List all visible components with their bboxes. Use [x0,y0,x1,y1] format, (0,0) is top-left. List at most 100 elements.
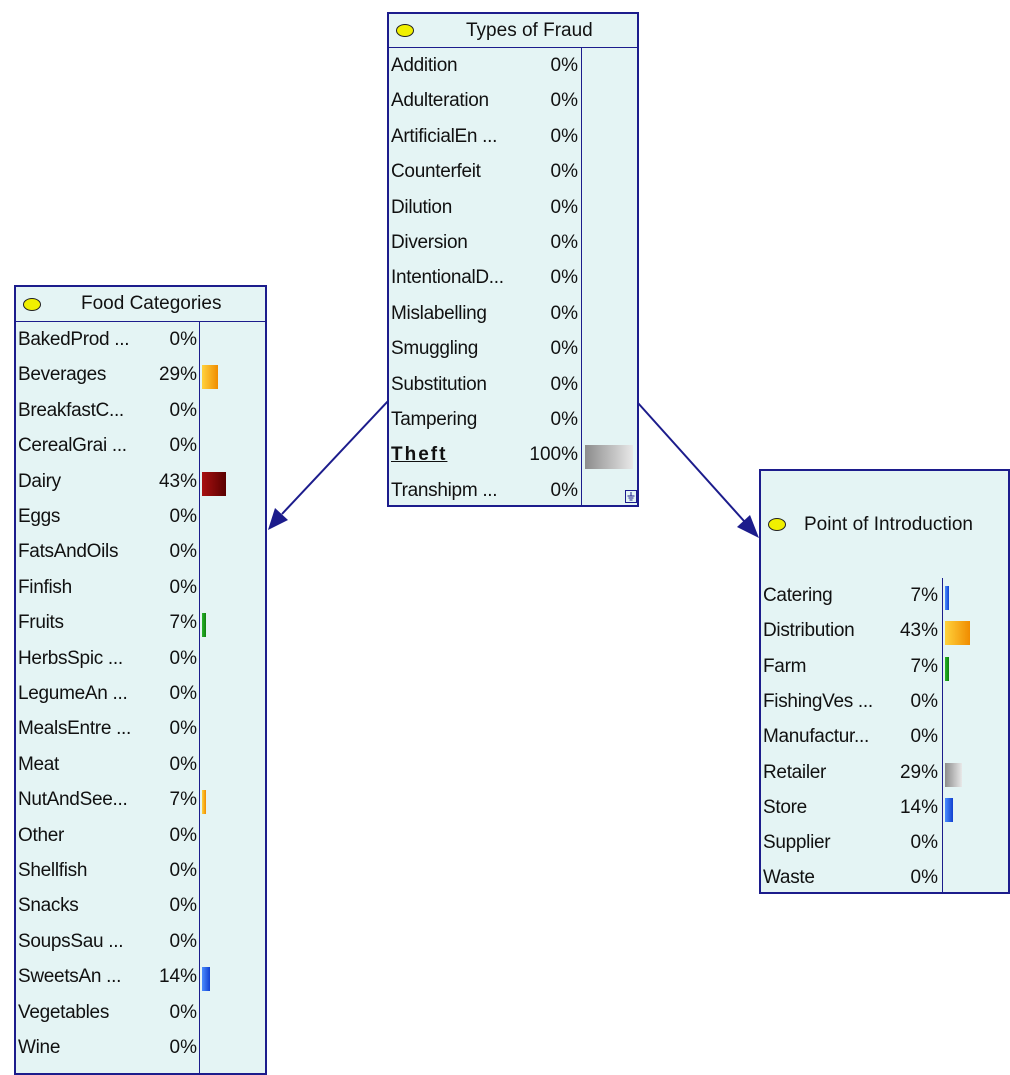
state-row[interactable]: BakedProd ... 0% [16,322,265,357]
state-percent: 43% [158,470,197,492]
state-row[interactable]: Eggs 0% [16,499,265,534]
state-label: SweetsAn ... [18,966,122,988]
state-row[interactable]: Dilution 0% [389,190,637,225]
state-row[interactable]: SweetsAn ... 14% [16,959,265,994]
state-percent: 29% [158,364,197,386]
state-row[interactable]: Mislabelling 0% [389,296,637,331]
state-label: Beverages [18,364,107,386]
state-row[interactable]: CerealGrai ... 0% [16,428,265,463]
state-row[interactable]: HerbsSpic ... 0% [16,641,265,676]
node-title: Food Categories [81,293,222,314]
node-point-of-introduction[interactable]: Point of Introduction Catering 7% Distribu… [759,469,1010,894]
state-row[interactable]: IntentionalD... 0% [389,260,637,295]
state-row[interactable]: FatsAndOils 0% [16,534,265,569]
state-row[interactable]: Waste 0% [761,860,1008,895]
state-row[interactable]: NutAndSee... 7% [16,782,265,817]
state-row[interactable]: Distribution 43% [761,613,1008,648]
state-label: Supplier [763,832,831,854]
state-row[interactable]: Snacks 0% [16,888,265,923]
state-percent: 7% [169,789,197,811]
state-row[interactable]: Substitution 0% [389,367,637,402]
state-row[interactable]: ArtificialEn ... 0% [389,119,637,154]
state-label: Substitution [391,373,487,395]
state-label: Dilution [391,196,452,218]
node-title: Point of Introduction [804,513,973,535]
state-row[interactable]: Dairy 43% [16,464,265,499]
state-row[interactable]: SoupsSau ... 0% [16,924,265,959]
edge-fraud-to-food [281,399,390,515]
state-row[interactable]: Wine 0% [16,1030,265,1065]
state-percent: 100% [529,444,578,466]
state-percent: 0% [169,718,197,740]
state-row[interactable]: Theft 100% [389,437,637,472]
state-label: BreakfastC... [18,399,124,421]
state-row[interactable]: Manufactur... 0% [761,719,1008,754]
state-row[interactable]: Supplier 0% [761,825,1008,860]
state-row[interactable]: Diversion 0% [389,225,637,260]
state-label: Wine [18,1037,61,1058]
state-percent: 0% [169,895,197,917]
state-label: Farm [763,655,807,677]
state-row[interactable]: Transhipm ... 0% [389,473,637,508]
state-percent: 0% [169,435,197,457]
state-label: CerealGrai ... [18,435,127,457]
state-label: Theft [391,444,448,466]
state-label: Snacks [18,895,79,917]
state-percent: 0% [550,479,578,501]
state-row[interactable]: MealsEntre ... 0% [16,711,265,746]
state-label: BakedProd ... [18,329,130,350]
probability-bar [945,656,949,681]
state-row[interactable]: Counterfeit 0% [389,154,637,189]
state-label: FatsAndOils [18,541,119,563]
state-label: Shellfish [18,860,88,881]
state-label: Other [18,824,65,846]
state-row[interactable]: Other 0% [16,818,265,853]
state-row[interactable]: FishingVes ... 0% [761,684,1008,719]
state-percent: 0% [550,338,578,360]
state-label: Meat [18,753,60,775]
state-percent: 0% [169,576,197,598]
state-percent: 0% [169,1001,197,1023]
state-percent: 7% [169,612,197,634]
state-label: ArtificialEn ... [391,125,498,147]
state-row[interactable]: Finfish 0% [16,570,265,605]
state-label: Mislabelling [391,302,487,324]
node-food-categories[interactable]: Food Categories BakedProd ... 0% Beverages… [14,285,267,1075]
state-row[interactable]: Meat 0% [16,747,265,782]
state-row[interactable]: Store 14% [761,790,1008,825]
probability-bar [202,471,226,496]
state-label: Vegetables [18,1001,110,1023]
node-header: Types of Fraud [389,14,637,48]
state-label: Addition [391,55,458,76]
state-row[interactable]: Farm 7% [761,649,1008,684]
state-percent: 0% [910,690,938,712]
state-row[interactable]: Vegetables 0% [16,995,265,1030]
state-row[interactable]: BreakfastC... 0% [16,393,265,428]
state-label: Counterfeit [391,161,481,183]
state-row[interactable]: Beverages 29% [16,357,265,392]
probability-bar [202,790,206,815]
state-percent: 0% [169,647,197,669]
state-label: HerbsSpic ... [18,647,123,669]
state-row[interactable]: Retailer 29% [761,755,1008,790]
node-types-of-fraud[interactable]: Types of Fraud Addition 0% Adulteration 0% A… [387,12,639,507]
state-row[interactable]: Shellfish 0% [16,853,265,888]
state-row[interactable]: Smuggling 0% [389,331,637,366]
node-title: Types of Fraud [466,19,593,41]
probability-bar [202,967,210,992]
state-row[interactable]: Adulteration 0% [389,83,637,118]
state-row[interactable]: LegumeAn ... 0% [16,676,265,711]
state-percent: 0% [169,1037,197,1058]
probability-bar [945,586,949,610]
state-percent: 0% [550,55,578,76]
state-percent: 43% [899,620,938,642]
state-percent: 0% [550,125,578,147]
state-percent: 0% [169,541,197,563]
state-label: Smuggling [391,338,479,360]
state-row[interactable]: Catering 7% [761,578,1008,613]
state-row[interactable]: Tampering 0% [389,402,637,437]
state-row[interactable]: Addition 0% [389,48,637,83]
state-row[interactable]: Fruits 7% [16,605,265,640]
state-percent: 0% [550,196,578,218]
state-percent: 0% [169,860,197,881]
